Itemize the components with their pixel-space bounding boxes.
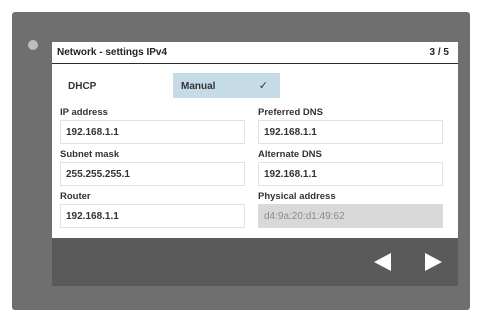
preferred-dns-value: 192.168.1.1 xyxy=(264,127,317,138)
subnet-mask-value: 255.255.255.1 xyxy=(66,169,130,180)
preferred-dns-field[interactable]: 192.168.1.1 xyxy=(258,120,443,144)
physical-address-label: Physical address xyxy=(258,191,336,202)
check-icon: ✓ xyxy=(258,80,268,92)
triangle-right-icon xyxy=(425,253,442,271)
navigation-bar xyxy=(52,238,458,286)
alternate-dns-value: 192.168.1.1 xyxy=(264,169,317,180)
subnet-mask-label: Subnet mask xyxy=(60,149,120,160)
ip-address-field[interactable]: 192.168.1.1 xyxy=(60,120,245,144)
router-field[interactable]: 192.168.1.1 xyxy=(60,204,245,228)
dhcp-label: DHCP xyxy=(68,81,97,92)
router-label: Router xyxy=(60,191,91,202)
hmi-screen: Network - settings IPv4 3 / 5 DHCP Manua… xyxy=(52,42,458,286)
forward-button[interactable] xyxy=(422,252,444,272)
page-indicator: 3 / 5 xyxy=(429,47,449,58)
alternate-dns-label: Alternate DNS xyxy=(258,149,322,160)
alternate-dns-field[interactable]: 192.168.1.1 xyxy=(258,162,443,186)
dhcp-mode-value: Manual xyxy=(181,81,216,92)
page-title: Network - settings IPv4 xyxy=(57,47,168,58)
title-bar: Network - settings IPv4 3 / 5 xyxy=(52,42,458,64)
ip-address-label: IP address xyxy=(60,107,108,118)
dhcp-mode-select[interactable]: Manual ✓ xyxy=(173,73,280,98)
subnet-mask-field[interactable]: 255.255.255.1 xyxy=(60,162,245,186)
ip-address-value: 192.168.1.1 xyxy=(66,127,119,138)
router-value: 192.168.1.1 xyxy=(66,211,119,222)
physical-address-value: d4:9a:20:d1:49:62 xyxy=(264,211,345,222)
back-button[interactable] xyxy=(374,252,396,272)
triangle-left-icon xyxy=(374,253,391,271)
physical-address-field: d4:9a:20:d1:49:62 xyxy=(258,204,443,228)
preferred-dns-label: Preferred DNS xyxy=(258,107,323,118)
status-led xyxy=(28,40,38,50)
